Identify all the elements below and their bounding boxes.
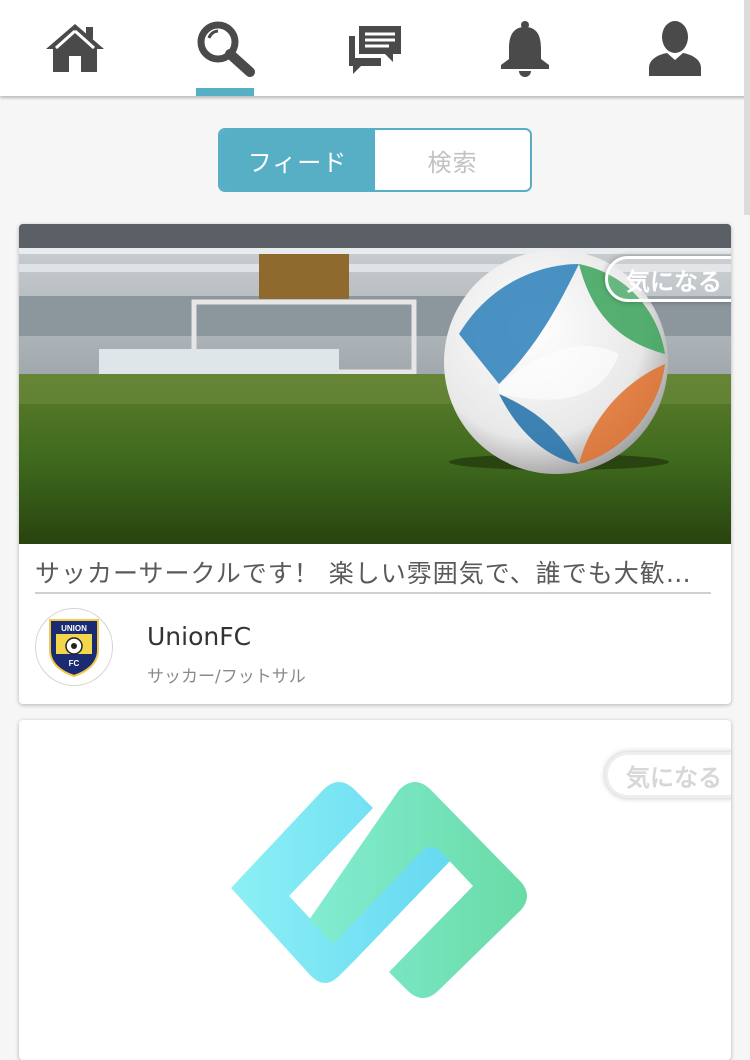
bell-icon bbox=[501, 21, 549, 77]
club-logo-avatar: UNION FC bbox=[35, 608, 113, 686]
club-card[interactable]: 気になる サッカーサークルです！ 楽しい雰囲気で、誰でも大歓迎です！ UNION… bbox=[19, 224, 731, 704]
favorite-button[interactable]: 気になる bbox=[605, 256, 731, 302]
nav-search[interactable] bbox=[150, 0, 300, 96]
scrollbar[interactable] bbox=[744, 0, 750, 215]
user-icon bbox=[649, 21, 701, 76]
tab-search[interactable]: 検索 bbox=[375, 130, 530, 190]
club-emblem-icon: UNION FC bbox=[49, 619, 99, 678]
club-name: UnionFC bbox=[147, 622, 252, 651]
search-icon bbox=[197, 21, 255, 77]
club-category: サッカー/フットサル bbox=[147, 667, 306, 687]
tab-feed[interactable]: フィード bbox=[220, 130, 375, 190]
active-tab-indicator bbox=[196, 88, 254, 96]
nav-notifications[interactable] bbox=[450, 0, 600, 96]
chat-icon bbox=[349, 26, 401, 74]
club-cover-image: 気になる bbox=[19, 224, 731, 544]
club-description: サッカーサークルです！ 楽しい雰囲気で、誰でも大歓迎です！ bbox=[35, 554, 711, 594]
favorite-button[interactable]: 気になる bbox=[605, 752, 731, 798]
home-icon bbox=[46, 24, 104, 72]
nav-profile[interactable] bbox=[600, 0, 750, 96]
top-navigation-bar bbox=[0, 0, 750, 96]
feed-search-toggle: フィード 検索 bbox=[218, 128, 532, 192]
club-emblem-top-text: UNION bbox=[61, 624, 87, 633]
nav-messages[interactable] bbox=[300, 0, 450, 96]
club-emblem-bottom-text: FC bbox=[69, 659, 80, 668]
club-cover-image: 気になる bbox=[19, 720, 731, 1040]
club-card[interactable]: 気になる bbox=[19, 720, 731, 1060]
nav-home[interactable] bbox=[0, 0, 150, 96]
